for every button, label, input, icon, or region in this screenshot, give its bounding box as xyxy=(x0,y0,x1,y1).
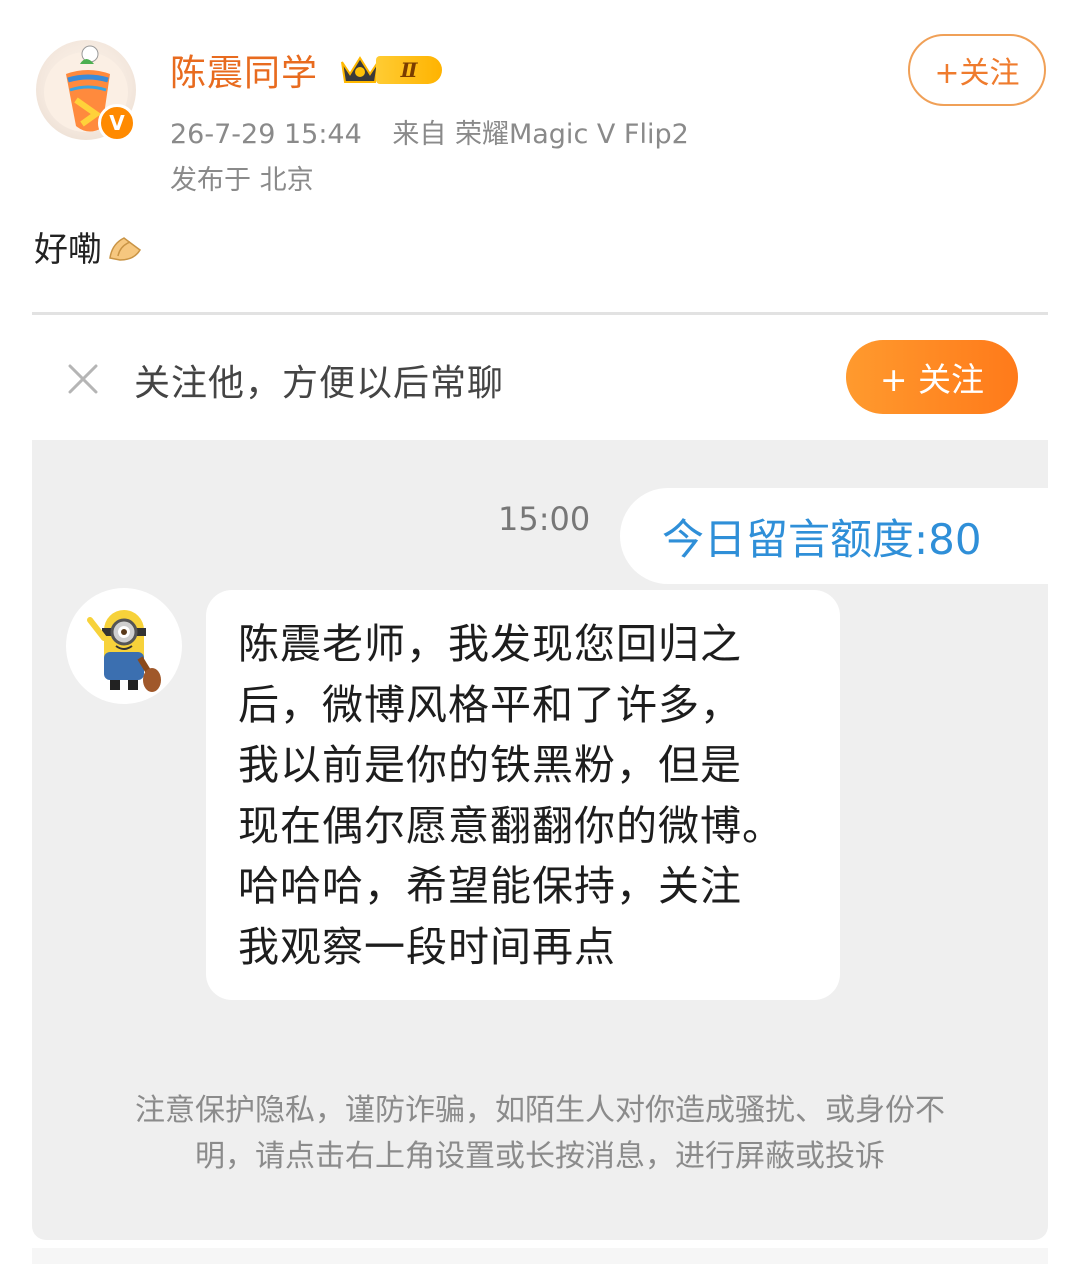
minion-avatar-icon xyxy=(87,610,161,692)
hands-emoji-icon xyxy=(109,236,141,261)
post-body: 好嘞 xyxy=(34,222,146,271)
follow-prompt-text: 关注他，方便以后常聊 xyxy=(134,363,505,404)
follow-button[interactable]: +关注 xyxy=(908,34,1046,106)
message-line: 现在偶尔愿意翻翻你的微博。 xyxy=(238,801,784,850)
post-timestamp: 26-7-29 15:44 xyxy=(170,119,362,150)
message-line: 陈震老师，我发现您回归之 xyxy=(238,620,742,668)
message-line: 我以前是你的铁黑粉，但是 xyxy=(238,741,742,789)
rank-level: Ⅱ xyxy=(376,56,442,84)
sender-avatar[interactable] xyxy=(66,588,182,704)
rank-badge[interactable]: Ⅱ xyxy=(338,52,442,88)
post-location: 发布于 北京 xyxy=(170,165,314,196)
message-line: 我观察一段时间再点 xyxy=(238,922,616,971)
divider xyxy=(32,312,1048,315)
post-text: 好嘞 xyxy=(34,230,102,270)
message-bubble[interactable]: 陈震老师，我发现您回归之 后，微博风格平和了许多， 我以前是你的铁黑粉，但是 现… xyxy=(206,590,840,1000)
message-quota-bubble: 今日留言额度:80 xyxy=(620,488,1048,584)
chat-time: 15:00 xyxy=(498,500,591,538)
follow-prompt-button[interactable]: + 关注 xyxy=(846,340,1018,414)
verified-badge-icon: V xyxy=(98,104,136,142)
message-line: 哈哈哈，希望能保持，关注 xyxy=(238,862,742,910)
bottom-strip xyxy=(32,1248,1048,1264)
author-name[interactable]: 陈震同学 xyxy=(170,44,318,96)
message-line: 后，微博风格平和了许多， xyxy=(238,680,742,729)
privacy-notice: 注意保护隐私，谨防诈骗，如陌生人对你造成骚扰、或身份不明，请点击右上角设置或长按… xyxy=(135,1093,945,1174)
post-meta: 26-7-29 15:44 来自 荣耀Magic V Flip2 xyxy=(170,112,689,151)
post-source: 来自 荣耀Magic V Flip2 xyxy=(392,119,689,150)
close-icon[interactable] xyxy=(64,360,102,398)
